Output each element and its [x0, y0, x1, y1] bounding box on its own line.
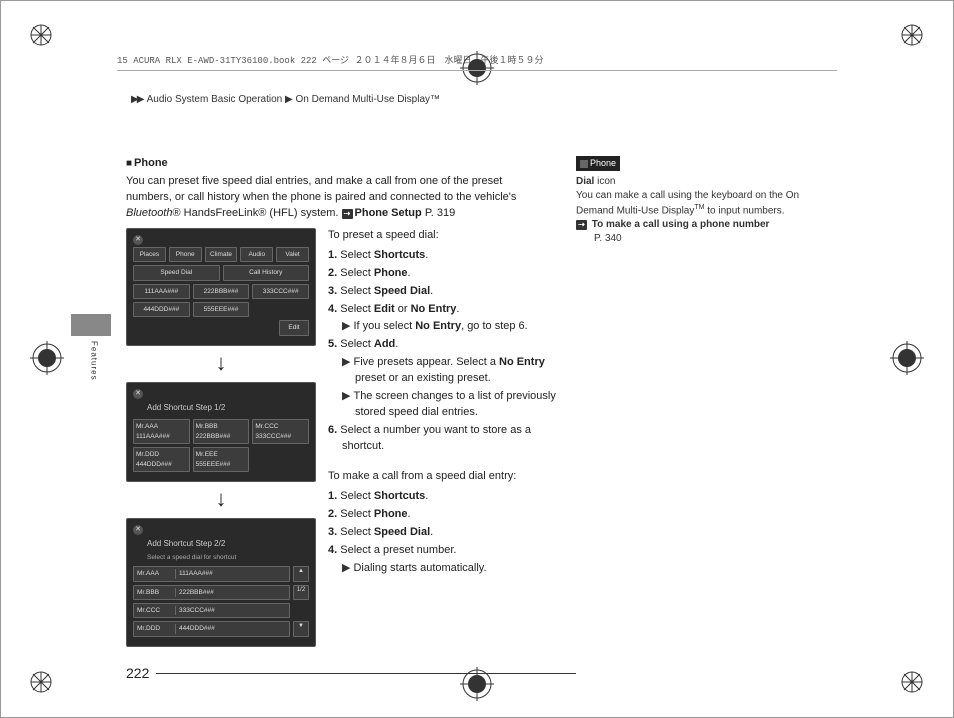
section-tab-thumb	[71, 314, 111, 336]
preset-cell: Mr.CCC333CCC###	[252, 419, 309, 444]
registration-icon	[890, 341, 924, 375]
nav-up-icon: ▲	[293, 566, 309, 581]
note-icon	[580, 160, 588, 168]
registration-icon	[30, 341, 64, 375]
preset-cell: Mr.EEE555EEE###	[193, 447, 250, 472]
triangle-icon: ▶	[342, 562, 350, 574]
cropmark-icon	[29, 23, 54, 48]
breadcrumb-arrow-icon: ▶▶	[131, 94, 142, 105]
section-tab-label: Features	[88, 341, 100, 381]
triangle-icon: ▶	[342, 320, 350, 332]
tab-phone: Phone	[169, 247, 202, 262]
source-header: 15 ACURA RLX E-AWD-31TY36100.book 222 ペー…	[117, 55, 837, 71]
tab-audio: Audio	[240, 247, 273, 262]
tab-valet: Valet	[276, 247, 309, 262]
note-header: Phone	[576, 156, 620, 171]
screen-subtitle: Select a speed dial for shortcut	[147, 553, 309, 562]
substep: ▶The screen changes to a list of previou…	[342, 389, 558, 421]
screen-2: ✕ Add Shortcut Step 1/2 Mr.AAA111AAA### …	[126, 382, 316, 482]
preset-cell: Mr.DDD444DDD###	[133, 447, 190, 472]
screen-title: Add Shortcut Step 1/2	[147, 402, 309, 414]
breadcrumb-seg: On Demand Multi-Use Display™	[296, 94, 441, 105]
page-number: 222	[126, 663, 149, 683]
preset-cell: Mr.AAA111AAA###	[133, 419, 190, 444]
step: 2. Select Phone.	[326, 507, 558, 523]
tab-places: Places	[133, 247, 166, 262]
section-heading: ■Phone	[126, 156, 558, 172]
tab-climate: Climate	[205, 247, 238, 262]
list-item: Mr.AAA111AAA###	[133, 566, 290, 581]
step: 6. Select a number you want to store as …	[326, 423, 558, 455]
instructions: To preset a speed dial: 1. Select Shortc…	[326, 228, 558, 577]
close-icon: ✕	[133, 235, 143, 245]
list-item: Mr.CCC333CCC###	[133, 603, 290, 618]
close-icon: ✕	[133, 389, 143, 399]
step: 1. Select Shortcuts.	[326, 248, 558, 264]
preset-entry: 222BBB###	[193, 284, 250, 299]
preset-steps: 1. Select Shortcuts. 2. Select Phone. 3.…	[326, 248, 558, 455]
nav-page: 1/2	[293, 585, 309, 600]
substep: ▶Dialing starts automatically.	[342, 561, 558, 577]
screen-1: ✕ Places Phone Climate Audio Valet Speed…	[126, 228, 316, 346]
step: 2. Select Phone.	[326, 266, 558, 282]
step: 3. Select Speed Dial.	[326, 284, 558, 300]
preset-intro: To preset a speed dial:	[326, 228, 558, 244]
nav-down-icon: ▼	[293, 621, 309, 636]
xref-icon: ⇢	[576, 220, 587, 230]
step: 4. Select a preset number.	[326, 543, 558, 559]
list-item: Mr.BBB222BBB###	[133, 585, 290, 600]
step: 4. Select Edit or No Entry.	[326, 302, 558, 318]
down-arrow-icon: ↓	[126, 352, 316, 374]
cropmark-icon	[900, 670, 925, 695]
breadcrumb: ▶▶ Audio System Basic Operation ▶ On Dem…	[131, 93, 440, 108]
xref-icon: ⇢	[342, 209, 353, 219]
page: 15 ACURA RLX E-AWD-31TY36100.book 222 ペー…	[0, 0, 954, 718]
btn-call-history: Call History	[223, 265, 310, 280]
left-column: ■Phone You can preset five speed dial en…	[126, 156, 558, 653]
cropmark-icon	[900, 23, 925, 48]
triangle-icon: ▶	[342, 356, 350, 368]
screen-3: ✕ Add Shortcut Step 2/2 Select a speed d…	[126, 518, 316, 647]
preset-entry: 111AAA###	[133, 284, 190, 299]
step: 1. Select Shortcuts.	[326, 489, 558, 505]
sidebar-note: Phone Dial icon You can make a call usin…	[576, 156, 876, 246]
preset-cell: Mr.BBB222BBB###	[193, 419, 250, 444]
close-icon: ✕	[133, 525, 143, 535]
content-area: Features ■Phone You can preset five spee…	[126, 156, 823, 657]
intro-text: You can preset five speed dial entries, …	[126, 174, 558, 222]
step: 5. Select Add.	[326, 337, 558, 353]
btn-speed-dial: Speed Dial	[133, 265, 220, 280]
substep: ▶If you select No Entry, go to step 6.	[342, 319, 558, 335]
triangle-icon: ▶	[342, 390, 350, 402]
bullet-icon: ■	[126, 158, 132, 169]
call-intro: To make a call from a speed dial entry:	[326, 469, 558, 485]
preset-entry: 555EEE###	[193, 302, 250, 317]
figure-column: ✕ Places Phone Climate Audio Valet Speed…	[126, 228, 316, 653]
call-steps: 1. Select Shortcuts. 2. Select Phone. 3.…	[326, 489, 558, 577]
down-arrow-icon: ↓	[126, 488, 316, 510]
preset-entry: 333CCC###	[252, 284, 309, 299]
cropmark-icon	[29, 670, 54, 695]
preset-entry: 444DDD###	[133, 302, 190, 317]
list-item: Mr.DDD444DDD###	[133, 621, 290, 636]
substep: ▶Five presets appear. Select a No Entryp…	[342, 355, 558, 387]
note-body: Dial icon You can make a call using the …	[576, 175, 876, 246]
btn-edit: Edit	[279, 320, 309, 335]
xref-make-call: ⇢ To make a call using a phone number	[576, 219, 769, 230]
breadcrumb-seg: Audio System Basic Operation	[147, 94, 283, 105]
breadcrumb-arrow-icon: ▶	[285, 94, 291, 105]
screen-title: Add Shortcut Step 2/2	[147, 538, 309, 550]
xref-phone-setup: ⇢Phone Setup	[342, 207, 422, 219]
step: 3. Select Speed Dial.	[326, 525, 558, 541]
